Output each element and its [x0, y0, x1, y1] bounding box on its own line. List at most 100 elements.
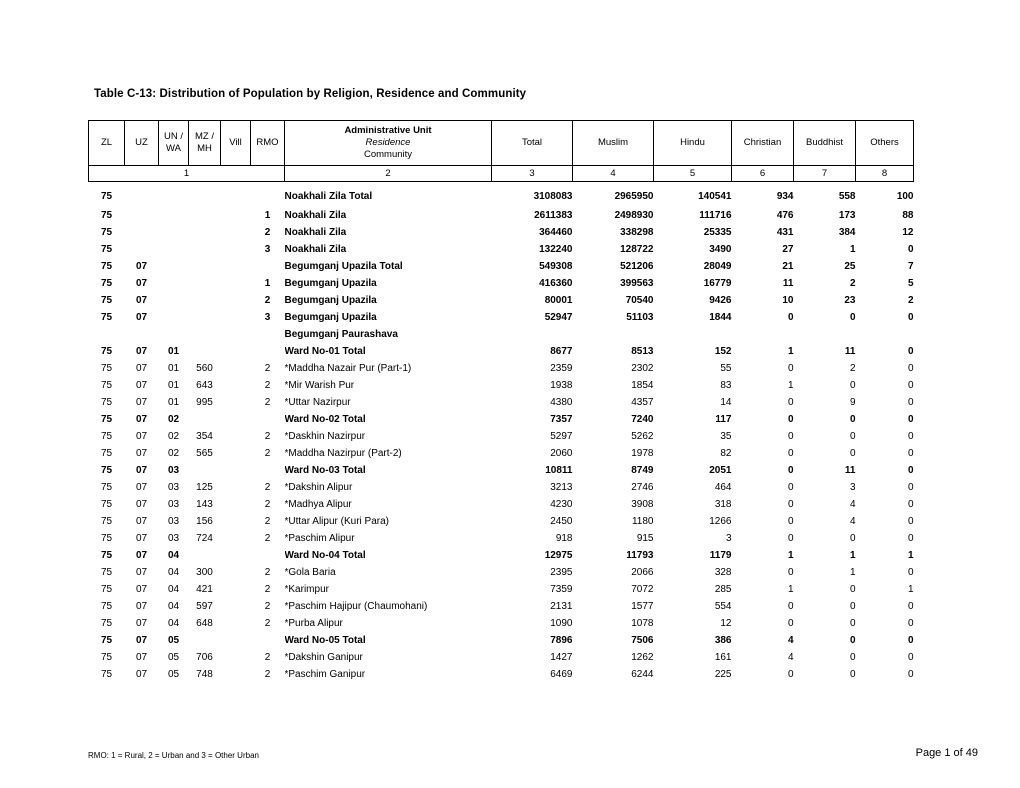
- cell-un-wa: 05: [167, 635, 180, 646]
- table-row: 75 07 05 748 2 *Paschim Ganipur 6469 6244 225 0 0 0: [89, 666, 914, 683]
- cell-mz-mh: [189, 224, 221, 241]
- cell-muslim: 2302: [631, 363, 654, 374]
- cell-zl: 75: [100, 652, 113, 663]
- table-row: 75 07 05 Ward No-05 Total 7896 7506 386 4 0 0: [89, 632, 914, 649]
- cell-others: 0: [907, 363, 914, 374]
- cell-muslim: 6244: [631, 669, 654, 680]
- cell-vill: [221, 513, 251, 530]
- cell-muslim: 399563: [620, 278, 654, 289]
- cell-others: [856, 326, 914, 343]
- table-row: 75 3 Noakhali Zila 132240 128722 3490 27 1 0: [89, 241, 914, 258]
- cell-uz: [125, 241, 159, 258]
- cell-zl: [89, 326, 125, 343]
- column-number-total: 3: [491, 165, 573, 182]
- cell-un-wa: 04: [167, 618, 180, 629]
- cell-uz: 07: [135, 669, 148, 680]
- cell-others: 0: [907, 669, 914, 680]
- cell-zl: 75: [100, 567, 113, 578]
- cell-others: 12: [902, 227, 914, 238]
- cell-zl: 75: [100, 278, 113, 289]
- table-header: ZL UZ UN / WA MZ / MH Vill RMO Administrat…: [88, 120, 914, 182]
- cell-hindu: [654, 326, 732, 343]
- cell-rmo: 2: [264, 533, 271, 544]
- cell-zl: 75: [100, 550, 113, 561]
- cell-vill: [221, 649, 251, 666]
- table-row: 75 07 03 143 2 *Madhya Alipur 4230 3908 318 0 4 0: [89, 496, 914, 513]
- cell-rmo: [251, 462, 285, 479]
- cell-muslim: 11793: [626, 550, 654, 561]
- cell-administrative-unit: *Paschim Hajipur (Chaumohani): [284, 601, 428, 612]
- cell-vill: [221, 411, 251, 428]
- cell-others: 0: [907, 482, 914, 493]
- cell-zl: 75: [100, 244, 113, 255]
- table-row: 75 07 01 Ward No-01 Total 8677 8513 152 1 11 0: [89, 343, 914, 360]
- cell-others: 0: [907, 312, 914, 323]
- cell-zl: 75: [100, 414, 113, 425]
- cell-others: 0: [907, 431, 914, 442]
- column-number-buddhist: 7: [793, 165, 856, 182]
- cell-rmo: 2: [264, 601, 271, 612]
- cell-un-wa: 05: [167, 652, 180, 663]
- cell-vill: [221, 666, 251, 683]
- cell-un-wa: 01: [167, 346, 180, 357]
- cell-zl: 75: [100, 431, 113, 442]
- cell-un-wa: [159, 275, 189, 292]
- cell-mz-mh: 597: [196, 601, 213, 612]
- cell-others: 2: [907, 295, 914, 306]
- cell-total: 2395: [550, 567, 573, 578]
- cell-others: 0: [907, 618, 914, 629]
- cell-christian: [732, 326, 794, 343]
- cell-buddhist: 0: [849, 635, 856, 646]
- cell-rmo: 3: [264, 312, 271, 323]
- cell-muslim: 7506: [631, 635, 654, 646]
- cell-mz-mh: 143: [196, 499, 213, 510]
- cell-total: 3108083: [533, 191, 573, 202]
- cell-christian: 0: [787, 516, 794, 527]
- cell-mz-mh: 354: [196, 431, 213, 442]
- cell-hindu: 328: [714, 567, 732, 578]
- cell-administrative-unit: *Maddha Nazair Pur (Part-1): [284, 363, 412, 374]
- cell-hindu: 55: [720, 363, 732, 374]
- cell-buddhist: 0: [849, 431, 856, 442]
- cell-buddhist: 2: [849, 363, 856, 374]
- cell-christian: 4: [787, 652, 794, 663]
- cell-hindu: 3490: [709, 244, 732, 255]
- cell-uz: [125, 326, 159, 343]
- cell-mz-mh: 648: [196, 618, 213, 629]
- cell-total: 2359: [550, 363, 573, 374]
- cell-vill: [221, 581, 251, 598]
- cell-hindu: 140541: [698, 191, 732, 202]
- cell-buddhist: 25: [844, 261, 856, 272]
- cell-muslim: 7072: [631, 584, 654, 595]
- cell-buddhist: 0: [849, 448, 856, 459]
- cell-zl: 75: [100, 261, 113, 272]
- cell-muslim: 1577: [631, 601, 654, 612]
- table-row: 75 07 03 125 2 *Dakshin Alipur 3213 2746 464 0 3 0: [89, 479, 914, 496]
- cell-buddhist: 0: [849, 601, 856, 612]
- cell-buddhist: 9: [849, 397, 856, 408]
- cell-rmo: 2: [264, 397, 271, 408]
- cell-hindu: 225: [714, 669, 732, 680]
- cell-christian: 1: [787, 346, 794, 357]
- column-header-un-wa: UN / WA: [158, 120, 189, 166]
- cell-administrative-unit: *Paschim Ganipur: [284, 669, 366, 680]
- cell-christian: 0: [787, 414, 794, 425]
- cell-vill: [221, 479, 251, 496]
- cell-christian: 0: [787, 533, 794, 544]
- cell-un-wa: 02: [167, 448, 180, 459]
- cell-uz: 07: [135, 635, 148, 646]
- cell-others: 0: [907, 397, 914, 408]
- column-number-muslim: 4: [572, 165, 654, 182]
- cell-christian: 0: [787, 567, 794, 578]
- cell-total: 2450: [550, 516, 573, 527]
- table-row: 75 07 01 560 2 *Maddha Nazair Pur (Part-1) 235…: [89, 360, 914, 377]
- cell-total: 5297: [550, 431, 573, 442]
- cell-administrative-unit: Begumganj Upazila: [284, 312, 377, 323]
- cell-rmo: 2: [264, 431, 271, 442]
- cell-muslim: 128722: [620, 244, 654, 255]
- cell-zl: 75: [100, 482, 113, 493]
- cell-rmo: [251, 632, 285, 649]
- cell-uz: 07: [135, 465, 148, 476]
- table-row: 75 07 04 648 2 *Purba Alipur 1090 1078 12 0 0 0: [89, 615, 914, 632]
- column-header-zl: ZL: [88, 120, 125, 166]
